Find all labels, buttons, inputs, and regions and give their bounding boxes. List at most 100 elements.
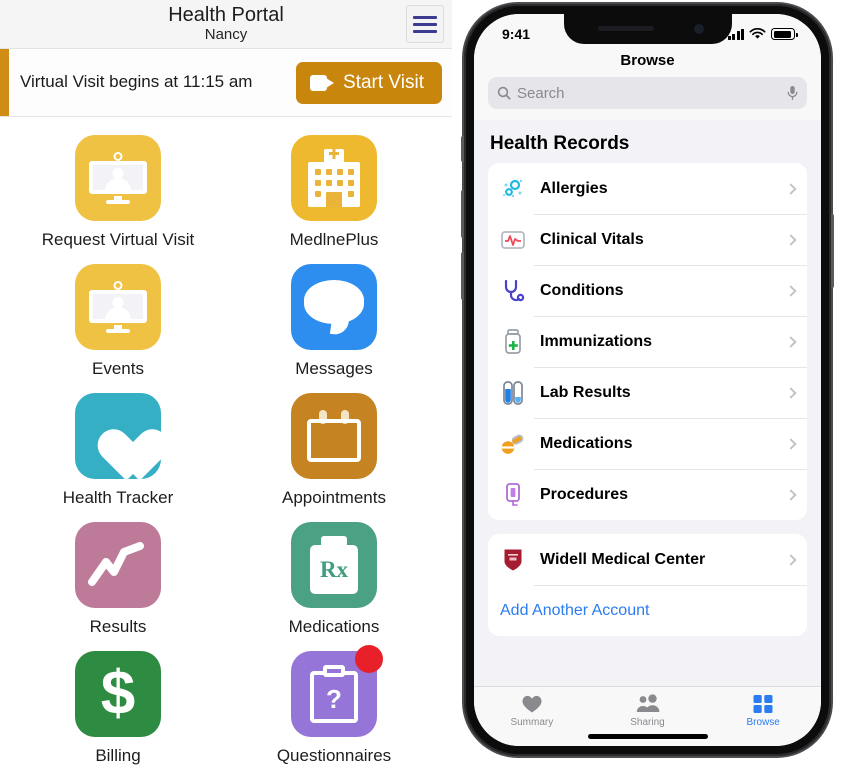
phone-notch: [563, 14, 732, 44]
search-input[interactable]: Search: [488, 77, 807, 109]
vitals-monitor-icon: [496, 225, 530, 255]
account-label: Widell Medical Center: [540, 550, 706, 568]
tile-health-tracker[interactable]: Health Tracker: [10, 393, 226, 508]
pills-icon: [496, 429, 530, 459]
record-label: Lab Results: [540, 383, 631, 401]
tile-messages[interactable]: Messages: [226, 264, 442, 379]
tab-label: Summary: [510, 716, 554, 728]
tile-label: Health Tracker: [62, 488, 174, 507]
tile-billing[interactable]: $ Billing: [10, 651, 226, 765]
volume-up-button[interactable]: [461, 190, 464, 238]
chevron-right-icon: [785, 182, 797, 195]
people-icon: [636, 693, 659, 712]
tile-medlineplus[interactable]: MedlnePlus: [226, 135, 442, 250]
tile-medications[interactable]: Rx Medications: [226, 522, 442, 637]
power-button[interactable]: [831, 214, 834, 288]
home-indicator[interactable]: [587, 734, 708, 739]
record-label: Allergies: [540, 179, 608, 197]
volume-down-button[interactable]: [461, 252, 464, 300]
silent-switch[interactable]: [461, 136, 464, 162]
video-monitor-icon: [75, 135, 161, 221]
start-visit-button[interactable]: Start Visit: [296, 62, 442, 104]
tile-label: Events: [92, 359, 144, 378]
battery-icon: [771, 28, 798, 40]
tile-request-virtual-visit[interactable]: Request Virtual Visit: [10, 135, 226, 250]
portal-header: Health Portal Nancy: [0, 0, 452, 49]
tile-appointments[interactable]: Appointments: [226, 393, 442, 508]
tile-label: Request Virtual Visit: [41, 230, 195, 249]
tile-results[interactable]: Results: [10, 522, 226, 637]
iphone-mockup: 9:41 Browse Search Health Records Allerg…: [460, 4, 840, 761]
record-row-clinical-vitals[interactable]: Clinical Vitals: [488, 214, 807, 265]
chevron-right-icon: [785, 335, 797, 348]
heart-icon: [75, 393, 161, 479]
record-row-immunizations[interactable]: Immunizations: [488, 316, 807, 367]
pill-bottle-rx-icon: Rx: [291, 522, 377, 608]
trend-line-icon: [75, 522, 161, 608]
video-camera-icon: [310, 75, 335, 91]
tile-events[interactable]: Events: [10, 264, 226, 379]
chevron-right-icon: [785, 386, 797, 399]
record-row-lab-results[interactable]: Lab Results: [488, 367, 807, 418]
record-label: Clinical Vitals: [540, 230, 644, 248]
chevron-right-icon: [785, 437, 797, 450]
health-records-card: Allergies Clinical Vitals Conditions Imm…: [488, 163, 807, 520]
phone-frame: 9:41 Browse Search Health Records Allerg…: [461, 4, 834, 756]
screenshot-stage: Health Portal Nancy Virtual Visit begins…: [0, 0, 844, 765]
tile-label: MedlnePlus: [289, 230, 379, 249]
record-label: Immunizations: [540, 332, 653, 350]
add-account-label: Add Another Account: [500, 601, 650, 619]
tab-label: Browse: [746, 716, 780, 728]
tab-bar: Summary Sharing Browse: [474, 686, 821, 746]
record-row-conditions[interactable]: Conditions: [488, 265, 807, 316]
chevron-right-icon: [785, 233, 797, 246]
clipboard-question-icon: ?: [291, 645, 383, 737]
tile-label: Billing: [95, 746, 141, 765]
front-camera-icon: [693, 24, 704, 34]
tile-label: Medications: [288, 617, 380, 636]
patient-name: Nancy: [204, 26, 248, 44]
wifi-icon: [749, 28, 766, 39]
hospital-building-icon: [291, 135, 377, 221]
add-another-account-row[interactable]: Add Another Account: [488, 585, 807, 636]
allergens-icon: [496, 174, 530, 204]
record-row-procedures[interactable]: Procedures: [488, 469, 807, 520]
iv-bag-icon: [496, 480, 530, 510]
dollar-sign-icon: $: [75, 651, 161, 737]
browse-content: Health Records Allergies Clinical Vitals…: [474, 120, 821, 686]
tab-browse[interactable]: Browse: [705, 687, 821, 746]
microphone-icon[interactable]: [787, 85, 798, 101]
tile-label: Questionnaires: [276, 746, 392, 765]
tile-questionnaires[interactable]: ? Questionnaires: [226, 645, 442, 765]
tile-label: Appointments: [282, 488, 386, 507]
speech-bubble-icon: [291, 264, 377, 350]
tile-label: Results: [89, 617, 147, 636]
search-icon: [497, 86, 511, 100]
app-tile-grid: Request Virtual Visit MedlnePlus Events …: [0, 117, 452, 765]
tab-label: Sharing: [630, 716, 665, 728]
account-row-widell-medical-center[interactable]: Widell Medical Center: [488, 534, 807, 585]
card-spacer: [488, 520, 807, 534]
shield-logo-icon: [496, 545, 530, 575]
search-container: Search: [474, 77, 821, 120]
status-time: 9:41: [502, 26, 531, 42]
tile-label: Messages: [295, 359, 373, 378]
record-row-allergies[interactable]: Allergies: [488, 163, 807, 214]
page-title: Health Portal: [168, 4, 284, 27]
accounts-card: Widell Medical Center Add Another Accoun…: [488, 534, 807, 636]
tab-summary[interactable]: Summary: [474, 687, 590, 746]
chevron-right-icon: [785, 488, 797, 501]
virtual-visit-alert: Virtual Visit begins at 11:15 am Start V…: [0, 49, 452, 117]
status-indicators: [727, 28, 798, 40]
record-label: Procedures: [540, 485, 629, 503]
record-row-medications[interactable]: Medications: [488, 418, 807, 469]
hamburger-menu-icon[interactable]: [406, 5, 444, 43]
record-label: Conditions: [540, 281, 624, 299]
earpiece-speaker: [597, 26, 654, 31]
chevron-right-icon: [785, 553, 797, 566]
hamburger-line: [413, 15, 437, 19]
portal-title-block: Health Portal Nancy: [168, 5, 284, 43]
search-placeholder: Search: [517, 84, 565, 102]
chevron-right-icon: [785, 284, 797, 297]
start-visit-label: Start Visit: [343, 72, 424, 93]
